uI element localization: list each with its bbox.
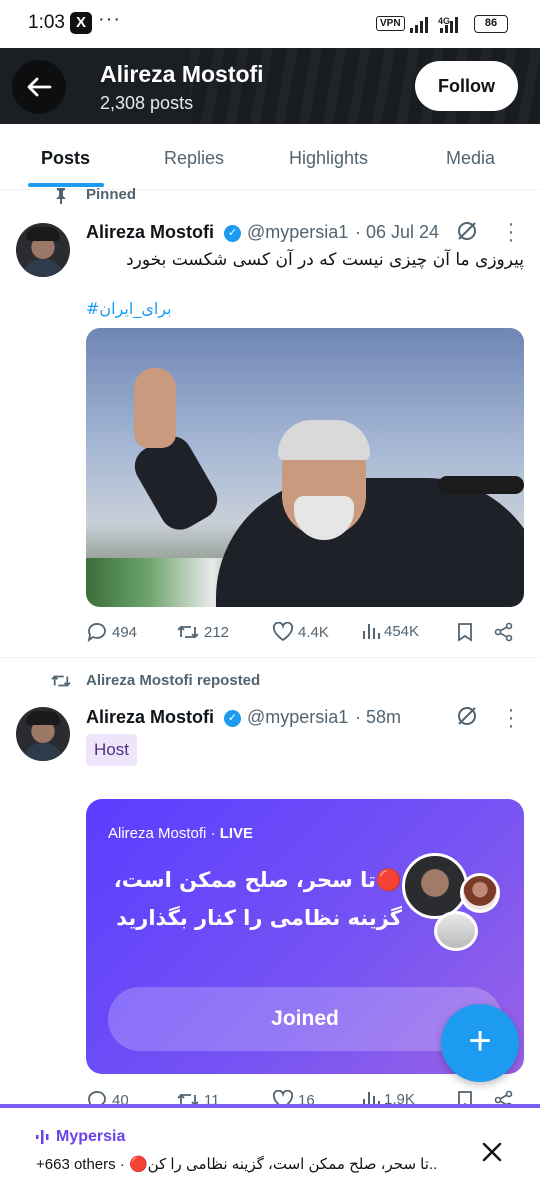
space-title: 🔴تا سحر، صلح ممکن است، گزینه نظامی را کن… [113,868,402,930]
live-label: LIVE [219,825,254,842]
tab-highlights[interactable]: Highlights [289,148,368,169]
grok-icon[interactable] [455,704,479,728]
like-button[interactable]: 4.4K [272,622,329,642]
reposted-label[interactable]: Alireza Mostofi reposted [86,672,260,689]
post-author-handle[interactable]: @mypersia1 [247,222,348,243]
back-button[interactable] [12,60,66,114]
tab-replies[interactable]: Replies [164,148,224,169]
post-date[interactable]: · 06 Jul 24 [355,222,439,243]
space-host: Alireza Mostofi [108,825,207,842]
post-author-name[interactable]: Alireza Mostofi [86,222,214,243]
views-button[interactable]: 454K [362,622,419,640]
grok-icon[interactable] [455,219,479,243]
speaker-avatar [402,853,468,919]
post-divider [0,657,540,658]
avatar[interactable] [16,223,70,277]
like-count: 4.4K [298,623,329,641]
space-meta: Alireza Mostofi · LIVE [108,825,254,842]
bookmark-icon[interactable] [456,622,474,642]
speaker-avatar [460,873,500,913]
posts-count: 2,308 posts [100,93,194,113]
x-app-icon: X [70,12,92,34]
speaker-avatar [434,911,478,951]
space-dock-title[interactable]: Mypersia [56,1128,125,1146]
repost-count: 212 [204,623,230,641]
network-type: 4G [438,16,450,26]
post-author-handle[interactable]: @mypersia1 [247,707,348,728]
battery-icon: 86 [474,15,508,33]
post-image[interactable] [86,328,524,607]
compose-button[interactable]: + [441,1004,519,1082]
reply-icon [87,623,106,642]
avatar[interactable] [16,707,70,761]
pinned-label: Pinned [86,186,137,203]
vpn-icon: VPN [376,16,405,31]
pin-icon [56,188,66,204]
views-icon [363,624,380,639]
reply-count: 494 [112,623,138,641]
tab-posts[interactable]: Posts [41,148,90,169]
repost-icon [177,625,199,639]
post-time[interactable]: · 58m [355,707,401,728]
views-count: 454K [384,622,420,640]
repost-button[interactable]: 212 [176,622,229,642]
follow-button[interactable]: Follow [415,61,518,111]
verified-icon: ✓ [224,225,241,242]
profile-name: Alireza Mostofi [100,61,264,87]
audio-bars-icon [36,1130,49,1144]
post-author-name[interactable]: Alireza Mostofi [86,707,214,728]
tab-media[interactable]: Media [446,148,495,169]
signal-icon: 4G [410,16,458,33]
more-notifications-icon: ··· [98,8,121,30]
more-options-icon[interactable]: · · · [505,700,517,736]
back-arrow-icon [27,77,52,97]
repost-indicator-icon [51,675,71,687]
hashtag-link[interactable]: #برای_ایران [86,299,176,318]
heart-icon [272,622,294,642]
status-time: 1:03 [28,12,65,33]
close-icon[interactable] [478,1138,506,1166]
host-badge: Host [86,734,137,766]
space-dock-subtitle: +663 others · 🔴تا سحر، صلح ممکن است، گزی… [36,1156,436,1173]
verified-icon: ✓ [224,710,241,727]
post-text: پیروزی ما آن چیزی نیست که در آن کسی شکست… [126,250,524,270]
profile-tabs: Posts Replies Highlights Media [0,124,540,190]
space-dock[interactable] [0,1104,540,1200]
more-options-icon[interactable]: · · · [505,214,517,250]
share-icon[interactable] [494,622,514,642]
reply-button[interactable]: 494 [86,622,137,642]
